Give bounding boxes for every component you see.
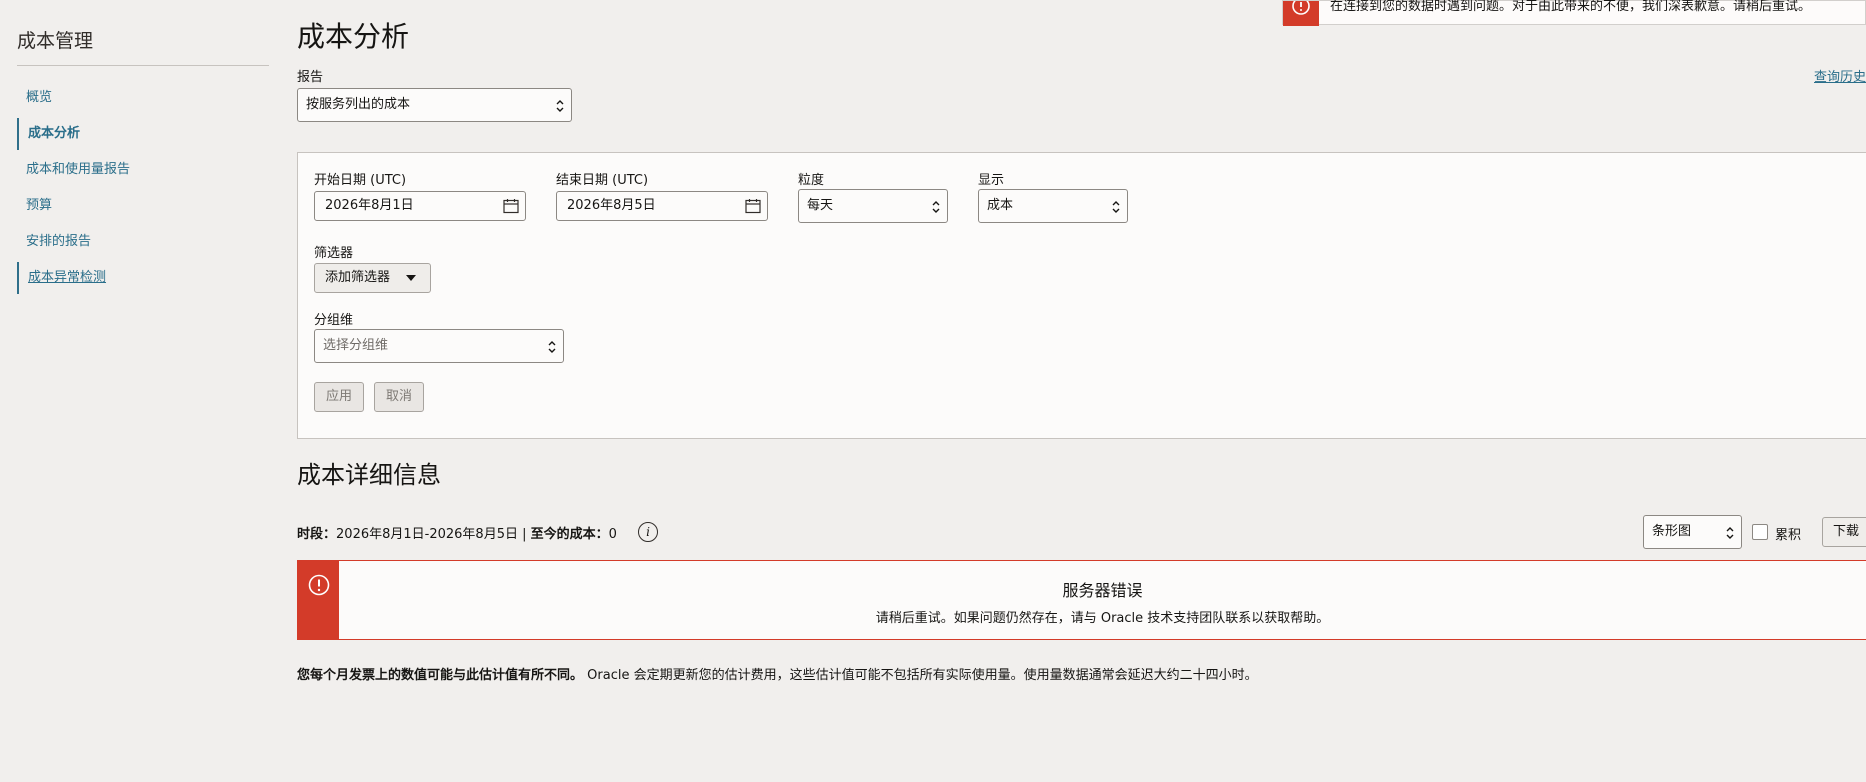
updown-chevron-icon [548,341,556,353]
sidebar-item-label: 成本和使用量报告 [26,162,131,177]
start-date-label: 开始日期 (UTC) [314,173,407,188]
end-date-label: 结束日期 (UTC) [556,173,649,188]
error-toast: 在连接到您的数据时遇到问题。对于由此带来的不便，我们深表歉意。请稍后重试。 [1282,0,1866,26]
sidebar-item-label: 安排的报告 [26,234,92,249]
sidebar-title: 成本管理 [17,30,94,52]
updown-chevron-icon [932,201,940,213]
sidebar-item-label: 概览 [26,90,53,105]
cost-details-title: 成本详细信息 [297,461,441,489]
granularity-select[interactable]: 每天 [798,189,948,223]
sidebar-item-label: 成本分析 [28,126,81,141]
page-title: 成本分析 [297,20,410,53]
report-select[interactable]: 按服务列出的成本 [297,88,572,122]
report-select-value: 按服务列出的成本 [306,97,411,112]
group-by-label: 分组维 [314,313,354,328]
add-filter-button[interactable]: 添加筛选器 [314,263,431,293]
calendar-icon[interactable] [503,198,519,214]
estimate-note: 您每个月发票上的数值可能与此估计值有所不同。 Oracle 会定期更新您的估计费… [297,664,1258,683]
display-value: 成本 [987,198,1014,213]
caret-down-icon [406,275,416,281]
sidebar-item-budgets[interactable]: 预算 [17,190,267,222]
cumulative-checkbox[interactable] [1752,524,1768,540]
error-message: 请稍后重试。如果问题仍然存在，请与 Oracle 技术支持团队联系以获取帮助。 [875,611,1330,626]
cumulative-label: 累积 [1775,528,1802,543]
chart-type-value: 条形图 [1652,524,1692,539]
query-history-link[interactable]: 查询历史 [1814,66,1866,85]
end-date-field[interactable]: 2026年8月5日 [556,191,768,221]
end-date-value: 2026年8月5日 [567,198,656,213]
report-label: 报告 [297,70,324,85]
sidebar-item-scheduled-reports[interactable]: 安排的报告 [17,226,267,258]
calendar-icon[interactable] [745,198,761,214]
sidebar-divider [17,65,269,66]
start-date-value: 2026年8月1日 [325,198,414,213]
toast-error-bar [1283,0,1319,26]
granularity-value: 每天 [807,198,834,213]
period-value: 2026年8月1日-2026年8月5日 [336,527,518,542]
period-summary: 时段：2026年8月1日-2026年8月5日 | 至今的成本：0 [297,527,617,542]
sidebar-item-cost-anomaly[interactable]: 成本异常检测 [17,262,267,294]
add-filter-label: 添加筛选器 [325,270,391,285]
sidebar-item-cost-usage-reports[interactable]: 成本和使用量报告 [17,154,267,186]
group-by-placeholder: 选择分组维 [323,338,389,353]
cost-to-date-value: 0 [608,527,617,542]
info-icon[interactable]: i [638,522,658,542]
sidebar-item-cost-analysis[interactable]: 成本分析 [17,118,267,150]
filter-label: 筛选器 [314,246,354,261]
filter-panel: 开始日期 (UTC) 2026年8月1日 结束日期 (UTC) 2026年8月5… [297,152,1866,439]
period-label: 时段 [297,527,324,542]
sidebar-item-overview[interactable]: 概览 [17,82,267,114]
sidebar-item-label: 成本异常检测 [28,270,107,285]
updown-chevron-icon [1726,527,1734,539]
toast-message: 在连接到您的数据时遇到问题。对于由此带来的不便，我们深表歉意。请稍后重试。 [1330,0,1812,14]
display-label: 显示 [978,173,1005,188]
apply-button[interactable]: 应用 [314,382,364,412]
estimate-note-text: Oracle 会定期更新您的估计费用，这些估计值可能不包括所有实际使用量。使用量… [587,668,1258,683]
granularity-label: 粒度 [798,173,825,188]
server-error-panel: 服务器错误 请稍后重试。如果问题仍然存在，请与 Oracle 技术支持团队联系以… [297,560,1866,640]
start-date-field[interactable]: 2026年8月1日 [314,191,526,221]
chart-type-select[interactable]: 条形图 [1643,515,1742,549]
cost-to-date-label: 至今的成本 [530,527,596,542]
updown-chevron-icon [556,100,564,112]
cancel-button[interactable]: 取消 [374,382,424,412]
estimate-note-bold: 您每个月发票上的数值可能与此估计值有所不同。 [297,668,584,683]
updown-chevron-icon [1112,201,1120,213]
sidebar-item-label: 预算 [26,198,53,213]
alert-icon [1292,0,1310,15]
download-button[interactable]: 下载 [1822,517,1866,547]
error-title: 服务器错误 [1062,581,1143,600]
group-by-select[interactable]: 选择分组维 [314,329,564,363]
display-select[interactable]: 成本 [978,189,1128,223]
